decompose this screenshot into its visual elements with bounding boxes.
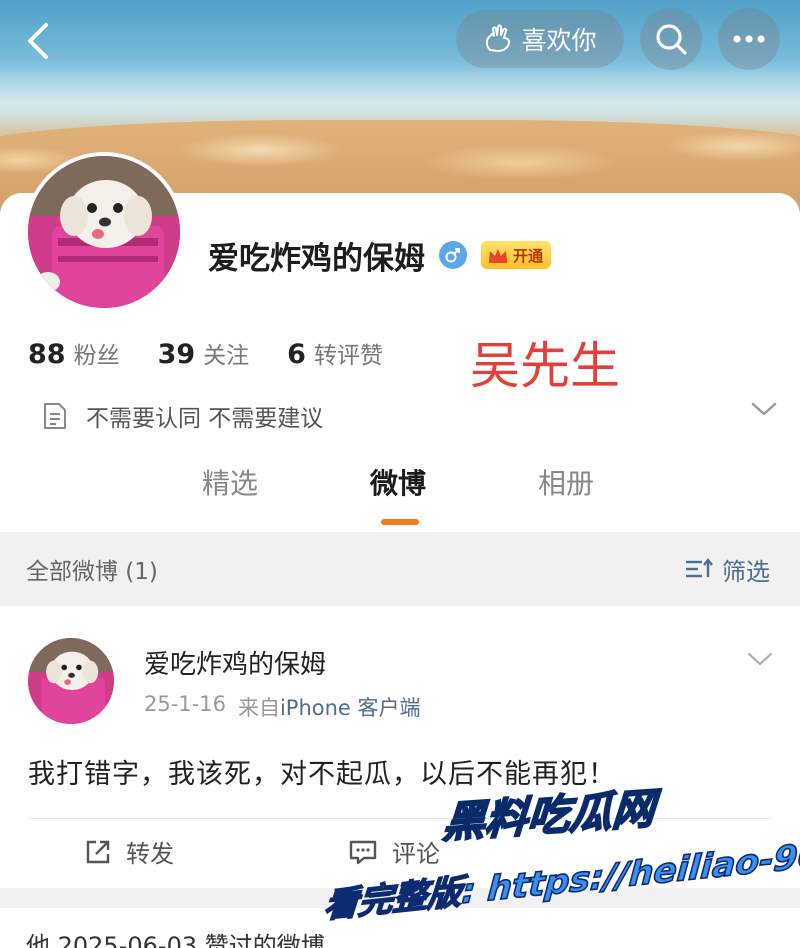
bio-text: 不需要认同 不需要建议 <box>86 406 324 432</box>
stat-followers[interactable]: 88 粉丝 <box>28 336 120 370</box>
username: 爱吃炸鸡的保姆 <box>208 240 425 277</box>
post-meta: 25-1-16 来自iPhone 客户端 <box>144 692 421 722</box>
filter-bar: 全部微博 (1) 筛选 <box>0 532 800 606</box>
filter-button[interactable]: 筛选 <box>684 552 770 587</box>
comment-button[interactable]: 评论 <box>348 834 440 869</box>
comment-icon <box>349 840 377 864</box>
chevron-down-icon[interactable] <box>746 650 774 672</box>
avatar[interactable] <box>24 152 184 312</box>
stats-row: 88 粉丝 39 关注 6 转评赞 <box>28 336 421 376</box>
crown-icon <box>489 249 507 263</box>
vip-label: 开通 <box>513 246 544 265</box>
stat-number: 39 <box>157 339 196 370</box>
profile-tabs: 精选 微博 相册 <box>0 462 800 522</box>
search-button[interactable] <box>640 8 702 70</box>
tab-album[interactable]: 相册 <box>538 462 594 502</box>
search-icon <box>656 24 687 55</box>
repost-button[interactable]: 转发 <box>84 834 174 869</box>
stat-label: 粉丝 <box>73 343 120 369</box>
stat-number: 6 <box>287 339 306 370</box>
tab-weibo[interactable]: 微博 <box>370 462 426 502</box>
liked-posts-header[interactable]: 他 2025-06-03 赞过的微博 <box>26 926 325 948</box>
share-icon <box>86 840 110 863</box>
vip-open-badge[interactable]: 开通 <box>481 241 552 269</box>
post-author-name[interactable]: 爱吃炸鸡的保姆 <box>144 644 326 681</box>
filter-icon <box>686 558 713 578</box>
stat-label: 关注 <box>203 343 250 369</box>
back-button[interactable] <box>14 18 60 64</box>
male-icon <box>439 241 467 269</box>
stat-label: 转评赞 <box>313 343 383 369</box>
document-icon <box>44 403 66 429</box>
filter-label: 筛选 <box>722 557 770 586</box>
active-tab-indicator <box>381 519 419 525</box>
post-date: 25-1-16 <box>144 692 226 716</box>
all-posts-count: 全部微博 (1) <box>26 559 158 585</box>
more-dots-icon <box>733 35 765 43</box>
overlay-annotation-text: 吴先生 <box>470 337 620 395</box>
stat-following[interactable]: 39 关注 <box>158 336 250 370</box>
chevron-down-icon[interactable] <box>750 400 778 422</box>
hand-heart-icon <box>486 24 511 52</box>
dog-avatar-image <box>28 156 180 308</box>
bio-row[interactable]: 不需要认同 不需要建议 <box>42 396 778 436</box>
more-button[interactable] <box>718 8 780 70</box>
like-you-label: 喜欢你 <box>521 26 597 55</box>
stat-number: 88 <box>28 339 66 370</box>
stat-reposts-comments-likes[interactable]: 6 转评赞 <box>287 336 383 370</box>
post-source-prefix: 来自 <box>237 696 280 720</box>
like-you-button[interactable]: 喜欢你 <box>456 10 624 68</box>
dog-avatar-image <box>28 638 114 724</box>
chevron-left-icon <box>28 23 48 59</box>
name-row: 爱吃炸鸡的保姆 开通 <box>208 232 552 278</box>
divider <box>28 818 772 819</box>
repost-label: 转发 <box>126 840 174 868</box>
comment-label: 评论 <box>392 840 440 868</box>
post-avatar[interactable] <box>28 638 114 724</box>
tab-featured[interactable]: 精选 <box>202 462 258 502</box>
post-source[interactable]: iPhone 客户端 <box>280 696 421 720</box>
